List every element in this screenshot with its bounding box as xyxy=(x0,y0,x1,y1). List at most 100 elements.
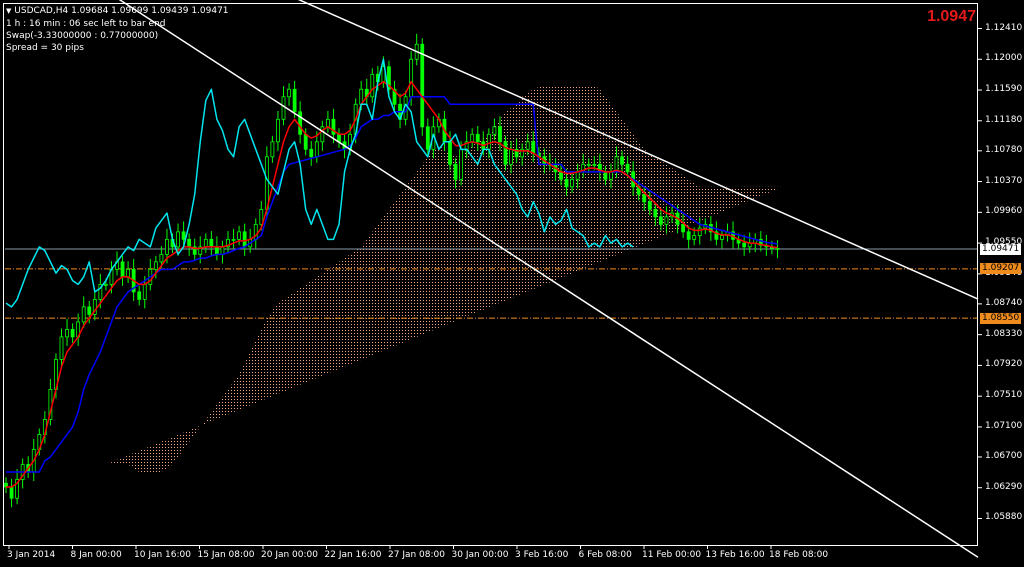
candle-body xyxy=(65,328,69,338)
candle-body xyxy=(603,171,608,180)
price-tick-label: 1.10370 xyxy=(985,175,1023,186)
price-tick-label: 1.06290 xyxy=(985,481,1023,492)
candle-body xyxy=(309,148,314,158)
candle-body xyxy=(498,126,502,143)
candle-body xyxy=(564,178,569,188)
symbol-info: ▼ USDCAD,H4 1.09684 1.09699 1.09439 1.09… xyxy=(6,6,229,17)
candle-body xyxy=(664,216,669,225)
candle-body xyxy=(159,253,164,263)
candle-body xyxy=(720,235,724,240)
candle-body xyxy=(214,246,219,255)
candle-body xyxy=(681,223,685,233)
candle-body xyxy=(775,247,780,250)
symbol-line: USDCAD,H4 1.09684 1.09699 1.09439 1.0947… xyxy=(14,6,229,16)
candle-body xyxy=(692,235,697,240)
spread-info: Spread = 30 pips xyxy=(6,43,84,53)
price-tick-label: 1.07100 xyxy=(985,420,1023,431)
candle-body xyxy=(104,283,108,286)
candle-body xyxy=(220,246,225,255)
candle-body xyxy=(592,163,597,166)
candle-body xyxy=(264,156,269,210)
price-tick-label: 1.10780 xyxy=(985,144,1023,155)
candle-body xyxy=(137,291,142,300)
candle-body xyxy=(697,227,702,237)
candle-body xyxy=(459,148,464,180)
candle-body xyxy=(575,171,580,180)
price-tick-label: 1.11180 xyxy=(985,114,1023,125)
candle-body xyxy=(281,96,286,120)
price-tick-label: 1.07920 xyxy=(985,359,1023,370)
candle-body xyxy=(448,141,452,165)
candle-body xyxy=(370,73,375,98)
price-chart[interactable] xyxy=(0,0,1024,567)
candle-body xyxy=(686,231,691,240)
price-tick-label: 1.08740 xyxy=(985,297,1023,308)
candle-body xyxy=(420,43,425,128)
candle-body xyxy=(9,486,14,499)
candle-body xyxy=(642,193,647,203)
candle-body xyxy=(181,231,186,240)
candle-body xyxy=(492,126,497,135)
candle-body xyxy=(453,163,458,180)
candle-body xyxy=(153,261,158,270)
candle-body xyxy=(270,141,275,158)
candle-body xyxy=(70,328,75,338)
candle-body xyxy=(187,238,192,248)
candle-body xyxy=(425,126,430,150)
candle-body xyxy=(325,118,330,128)
swap-info: Swap(-3.33000000 : 0.77000000) xyxy=(6,31,159,41)
time-tick-label: 8 Jan 00:00 xyxy=(70,550,122,560)
time-tick-label: 20 Jan 00:00 xyxy=(261,550,318,560)
current-price-label: 1.09471 xyxy=(980,243,1022,255)
candle-body xyxy=(525,141,530,150)
candle-body xyxy=(509,148,513,165)
candle-body xyxy=(81,306,86,323)
price-tick-label: 1.05880 xyxy=(985,512,1023,523)
time-tick-label: 30 Jan 00:00 xyxy=(451,550,509,560)
price-tick-label: 1.11590 xyxy=(985,84,1023,95)
time-tick-label: 13 Feb 16:00 xyxy=(705,550,765,560)
price-tick-label: 1.12410 xyxy=(985,22,1023,33)
candle-body xyxy=(625,163,630,173)
candle-body xyxy=(292,88,297,113)
price-tick-label: 1.07510 xyxy=(985,390,1023,401)
candle-body xyxy=(126,268,130,278)
candle-body xyxy=(203,238,208,248)
level-price-label: 1.08550 xyxy=(980,312,1022,324)
collapse-triangle-icon[interactable]: ▼ xyxy=(6,7,11,15)
level-price-label: 1.09207 xyxy=(980,263,1022,275)
time-tick-label: 27 Jan 08:00 xyxy=(388,550,445,560)
candle-body xyxy=(314,141,319,158)
candle-body xyxy=(586,163,591,166)
candle-body xyxy=(165,238,169,255)
candle-body xyxy=(242,231,247,248)
candle-body xyxy=(486,133,491,150)
candle-body xyxy=(559,171,563,180)
time-tick-label: 3 Jan 2014 xyxy=(7,550,56,560)
candle-body xyxy=(87,306,92,315)
candle-body xyxy=(231,238,236,241)
candle-body xyxy=(142,283,147,300)
candle-body xyxy=(614,156,619,173)
candle-body xyxy=(609,171,613,180)
candle-body xyxy=(653,208,658,218)
candle-body xyxy=(570,178,574,188)
price-tick-label: 1.12000 xyxy=(985,53,1023,64)
candle-body xyxy=(237,231,242,240)
candle-body xyxy=(470,133,475,143)
price-tick-label: 1.08330 xyxy=(985,328,1023,339)
time-tick-label: 3 Feb 16:00 xyxy=(515,550,569,560)
candle-body xyxy=(209,238,214,248)
candle-body xyxy=(475,133,480,143)
bar-timer: 1 h : 16 min : 06 sec left to bar end xyxy=(6,19,166,29)
chart-window[interactable]: ▼ USDCAD,H4 1.09684 1.09699 1.09439 1.09… xyxy=(0,0,1024,567)
candle-body xyxy=(276,118,280,143)
price-tick-label: 1.06700 xyxy=(985,450,1023,461)
candle-body xyxy=(503,141,508,165)
time-tick-label: 18 Feb 08:00 xyxy=(769,550,829,560)
candle-body xyxy=(620,156,624,165)
candle-body xyxy=(742,242,747,248)
time-tick-label: 15 Jan 08:00 xyxy=(197,550,255,560)
price-tick-label: 1.09960 xyxy=(985,206,1023,217)
time-tick-label: 6 Feb 08:00 xyxy=(578,550,632,560)
